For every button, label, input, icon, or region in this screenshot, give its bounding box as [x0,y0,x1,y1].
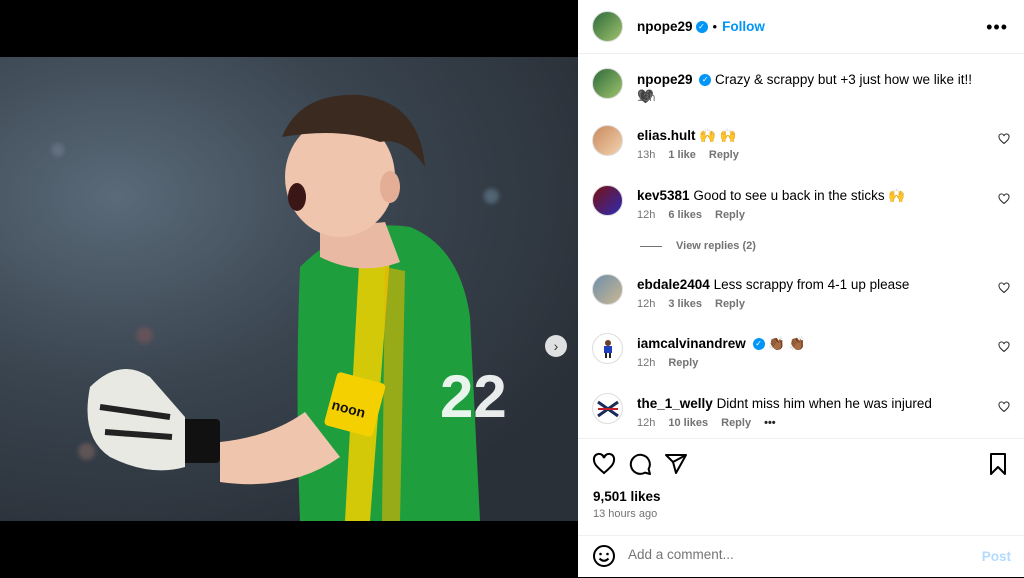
avatar[interactable] [592,274,623,305]
heart-icon[interactable] [998,341,1010,353]
comment-likes[interactable]: 1 like [668,149,696,161]
logo-icon [596,400,619,417]
avatar[interactable] [592,393,623,424]
comments-list[interactable]: npope29 ✓ Crazy & scrappy but +3 just ho… [578,54,1024,438]
more-options-icon[interactable]: ••• [986,17,1008,38]
avatar[interactable] [592,333,623,364]
comment-item: kev5381 Good to see u back in the sticks… [592,185,1010,235]
comment-username[interactable]: ebdale2404 [637,277,710,292]
comment-options-icon[interactable]: ••• [764,417,776,429]
comment-item: elias.hult 🙌 🙌 13h 1 like Reply [592,125,1010,175]
post-timestamp: 13 hours ago [593,508,658,520]
reply-button[interactable]: Reply [715,209,745,221]
heart-icon[interactable] [998,401,1010,413]
comment-time: 13h [637,149,656,161]
comment-meta: 12h Reply [637,357,711,369]
comment-meta: 12h 10 likes Reply ••• [637,417,789,429]
follow-button[interactable]: Follow [722,19,765,34]
comment-meta: 12h 3 likes Reply [637,298,758,310]
share-icon[interactable] [664,452,688,476]
avatar[interactable] [592,185,623,216]
emoji-icon[interactable] [592,544,616,568]
post-button[interactable]: Post [982,549,1011,564]
reply-button[interactable]: Reply [668,357,698,369]
comment-username[interactable]: iamcalvinandrew [637,336,746,351]
verified-badge-icon: ✓ [695,20,708,33]
reply-button[interactable]: Reply [721,417,751,429]
comment-text: 👏🏾 👏🏾 [768,336,806,351]
comment-text: Less scrappy from 4-1 up please [713,277,910,292]
avatar[interactable] [592,11,623,42]
comment-item: ebdale2404 Less scrappy from 4-1 up plea… [592,274,1010,324]
comment-username[interactable]: kev5381 [637,188,690,203]
comment-text: 🙌 🙌 [699,128,737,143]
action-bar [578,438,1024,489]
reply-button[interactable]: Reply [715,298,745,310]
heart-icon[interactable] [998,133,1010,145]
caption-meta: 13h [637,92,668,104]
comment-input[interactable] [628,547,928,562]
verified-badge-icon: ✓ [752,338,765,351]
comment-composer: Post [578,535,1024,578]
comment-time: 12h [637,298,656,310]
caption: npope29 ✓ Crazy & scrappy but +3 just ho… [592,68,1010,118]
comment-meta: 12h 6 likes Reply [637,209,758,221]
caption-time: 13h [637,92,656,104]
media-panel: noon 22 › [0,0,578,577]
comment-time: 12h [637,357,656,369]
comment-username[interactable]: elias.hult [637,128,696,143]
likes-count[interactable]: 9,501 likes [593,489,661,504]
comment-text: Good to see u back in the sticks 🙌 [693,188,906,203]
svg-text:22: 22 [440,363,507,430]
comment-likes[interactable]: 10 likes [668,417,708,429]
comment-item: iamcalvinandrew ✓ 👏🏾 👏🏾 12h Reply [592,333,1010,383]
comment-username[interactable]: the_1_welly [637,396,713,411]
author-username[interactable]: npope29 [637,19,693,34]
next-image-button[interactable]: › [545,335,567,357]
view-replies-button[interactable]: View replies (2) [640,240,756,252]
player-figure-icon [603,339,612,358]
comment-icon[interactable] [628,452,652,476]
comment-item: the_1_welly Didnt miss him when he was i… [592,393,1010,438]
like-heart-icon[interactable] [592,452,616,476]
goalkeeper-image: noon 22 [87,94,507,521]
avatar[interactable] [592,125,623,156]
comment-likes[interactable]: 6 likes [668,209,702,221]
comment-likes[interactable]: 3 likes [668,298,702,310]
verified-badge-icon: ✓ [699,74,712,87]
heart-icon[interactable] [998,193,1010,205]
comment-meta: 13h 1 like Reply [637,149,752,161]
comment-time: 12h [637,209,656,221]
reply-button[interactable]: Reply [709,149,739,161]
post-sidebar: npope29 ✓ • Follow ••• npope29 ✓ Crazy &… [578,0,1024,577]
comment-time: 12h [637,417,656,429]
post-header: npope29 ✓ • Follow ••• [578,0,1024,54]
bookmark-icon[interactable] [986,452,1010,476]
post-photo[interactable]: noon 22 › [0,57,578,521]
heart-icon[interactable] [998,282,1010,294]
separator-dot: • [712,19,718,34]
caption-username[interactable]: npope29 [637,72,693,87]
avatar[interactable] [592,68,623,99]
comment-text: Didnt miss him when he was injured [716,396,932,411]
